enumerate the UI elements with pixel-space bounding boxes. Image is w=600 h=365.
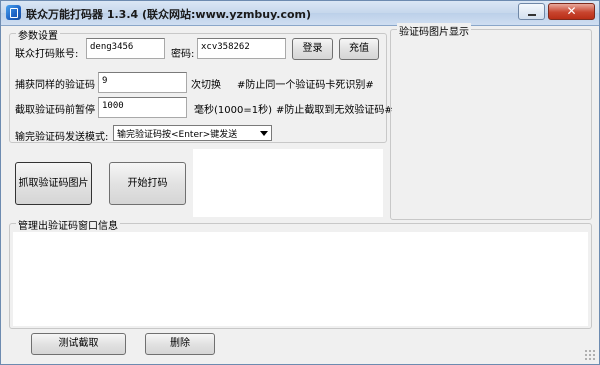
app-logo-icon <box>6 5 21 20</box>
password-label: 密码: <box>171 49 195 60</box>
captcha-result-area <box>193 149 383 217</box>
test-capture-button[interactable]: 测试截取 <box>31 333 126 355</box>
send-mode-label: 输完验证码发送模式: <box>15 132 109 143</box>
send-mode-select[interactable]: 输完验证码按<Enter>键发送 <box>113 125 272 141</box>
start-button[interactable]: 开始打码 <box>109 162 186 205</box>
pause-label: 截取验证码前暂停 <box>15 105 95 116</box>
account-label: 联众打码账号: <box>15 49 79 60</box>
login-button[interactable]: 登录 <box>292 38 333 60</box>
minimize-button[interactable] <box>518 3 545 20</box>
grab-captcha-button[interactable]: 抓取验证码图片 <box>15 162 92 205</box>
window-info-list[interactable] <box>13 232 588 326</box>
account-field[interactable]: deng3456 <box>86 38 165 59</box>
pause-suffix: 毫秒(1000=1秒) <box>194 105 272 116</box>
send-mode-value: 输完验证码按<Enter>键发送 <box>117 130 238 140</box>
params-group-title: 参数设置 <box>16 27 60 42</box>
capture-suffix: 次切换 <box>191 80 221 91</box>
title-bar[interactable]: 联众万能打码器 1.3.4 (联众网站:www.yzmbuy.com) ✕ <box>1 1 599 26</box>
close-icon: ✕ <box>566 4 577 18</box>
capture-count-field[interactable]: 9 <box>98 72 187 93</box>
window-title: 联众万能打码器 1.3.4 (联众网站:www.yzmbuy.com) <box>26 8 312 21</box>
preview-group-title: 验证码图片显示 <box>397 23 471 38</box>
chevron-down-icon <box>260 131 268 136</box>
recharge-button[interactable]: 充值 <box>339 38 379 60</box>
resize-grip-icon[interactable] <box>584 349 596 361</box>
pause-note: #防止截取到无效验证码# <box>276 105 393 116</box>
delete-button[interactable]: 删除 <box>145 333 215 355</box>
close-button[interactable]: ✕ <box>548 3 595 20</box>
preview-group: 验证码图片显示 <box>390 23 592 220</box>
app-window: 联众万能打码器 1.3.4 (联众网站:www.yzmbuy.com) ✕ 参数… <box>0 0 600 365</box>
password-field[interactable]: xcv358262 <box>197 38 286 59</box>
capture-note: #防止同一个验证码卡死识别# <box>237 80 374 91</box>
pause-ms-field[interactable]: 1000 <box>98 97 187 118</box>
capture-label: 捕获同样的验证码 <box>15 80 95 91</box>
manage-group-title: 管理出验证码窗口信息 <box>16 217 120 232</box>
